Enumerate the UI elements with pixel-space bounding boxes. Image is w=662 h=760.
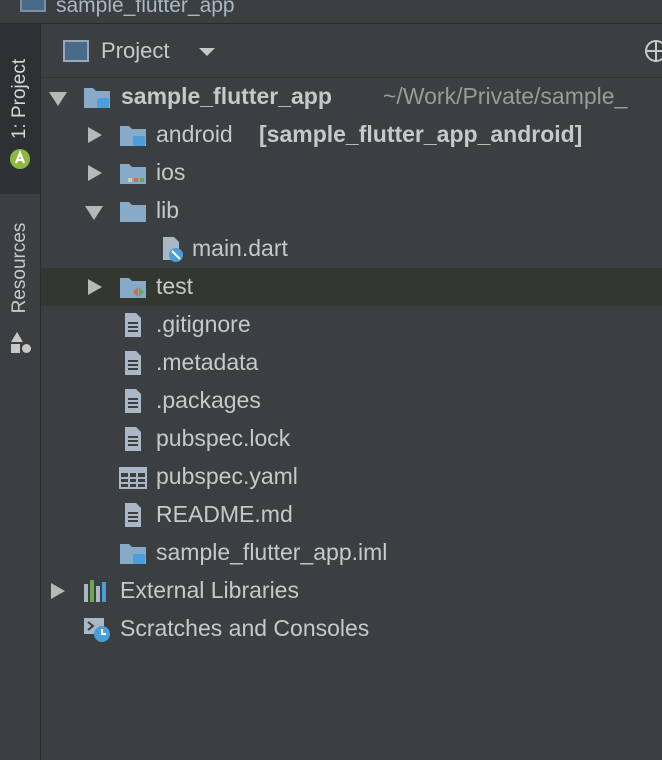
- tree-android-module: [sample_flutter_app_android]: [259, 121, 583, 147]
- test-folder-icon: [120, 278, 146, 298]
- chevron-down-icon[interactable]: [85, 206, 103, 220]
- chevron-right-icon[interactable]: [88, 127, 102, 143]
- android-studio-icon: [10, 149, 30, 169]
- chevron-right-icon[interactable]: [51, 583, 65, 599]
- tree-row-scratches[interactable]: Scratches and Consoles: [41, 610, 662, 648]
- tree-label-metadata: .metadata: [156, 349, 259, 375]
- tree-row-main-dart[interactable]: main.dart: [41, 230, 662, 268]
- tree-label-scratches: Scratches and Consoles: [120, 615, 370, 641]
- chevron-right-icon[interactable]: [88, 165, 102, 181]
- left-tool-strip: 1: Project Resources: [0, 24, 41, 760]
- tree-row-pubspec-lock[interactable]: pubspec.lock: [41, 420, 662, 458]
- tree-label-root: sample_flutter_app: [121, 83, 332, 109]
- tree-label-lib: lib: [156, 197, 180, 223]
- side-tab-resources-label: Resources: [9, 222, 30, 314]
- tree-label-external-libraries: External Libraries: [120, 577, 299, 603]
- chevron-down-icon[interactable]: [199, 48, 215, 56]
- text-file-icon: [125, 351, 141, 375]
- tree-row-readme[interactable]: README.md: [41, 496, 662, 534]
- tree-label-pubspec-yaml: pubspec.yaml: [156, 463, 298, 489]
- tree-row-root[interactable]: sample_flutter_app ~/Work/Private/sample…: [41, 78, 662, 116]
- tree-label-gitignore: .gitignore: [156, 311, 251, 337]
- tree-row-ios[interactable]: ios: [41, 154, 662, 192]
- scratches-icon: [84, 618, 110, 642]
- text-file-icon: [125, 389, 141, 413]
- dart-file-icon: [163, 237, 183, 262]
- tree-row-metadata[interactable]: .metadata: [41, 344, 662, 382]
- text-file-icon: [125, 427, 141, 451]
- locate-target-icon[interactable]: [645, 40, 662, 62]
- project-view-selector[interactable]: Project: [101, 38, 169, 64]
- text-file-icon: [125, 503, 141, 527]
- tree-label-iml: sample_flutter_app.iml: [156, 539, 388, 565]
- window-title-bar: sample_flutter_app: [0, 0, 662, 24]
- tree-label-readme: README.md: [156, 501, 293, 527]
- module-file-icon: [120, 544, 146, 564]
- tree-label-main-dart: main.dart: [192, 235, 288, 261]
- project-panel-header: Project: [41, 24, 662, 78]
- folder-icon: [120, 164, 146, 184]
- side-tab-project[interactable]: 1: Project: [0, 24, 40, 194]
- window-title: sample_flutter_app: [56, 0, 235, 17]
- project-window-icon: [20, 0, 46, 12]
- resources-icon: [11, 332, 31, 353]
- folder-icon: [120, 202, 146, 222]
- chevron-right-icon[interactable]: [88, 279, 102, 295]
- flutter-folder-icon: [84, 88, 110, 108]
- module-folder-icon: [120, 126, 146, 146]
- libraries-icon: [84, 580, 106, 602]
- text-file-icon: [125, 313, 141, 337]
- tree-row-android[interactable]: android [sample_flutter_app_android]: [41, 116, 662, 154]
- tree-row-gitignore[interactable]: .gitignore: [41, 306, 662, 344]
- tree-root-path: ~/Work/Private/sample_: [383, 83, 628, 109]
- tree-label-pubspec-lock: pubspec.lock: [156, 425, 291, 451]
- side-tab-project-label: 1: Project: [9, 58, 30, 140]
- yaml-table-icon: [119, 467, 147, 489]
- tree-row-test[interactable]: test: [41, 268, 662, 306]
- tree-row-pubspec-yaml[interactable]: pubspec.yaml: [41, 458, 662, 496]
- chevron-down-icon[interactable]: [49, 92, 67, 106]
- tree-label-test: test: [156, 273, 194, 299]
- tree-row-external-libraries[interactable]: External Libraries: [41, 572, 662, 610]
- tree-label-packages: .packages: [156, 387, 261, 413]
- tree-row-iml[interactable]: sample_flutter_app.iml: [41, 534, 662, 572]
- tree-label-ios: ios: [156, 159, 186, 185]
- tree-row-lib[interactable]: lib: [41, 192, 662, 230]
- tree-row-packages[interactable]: .packages: [41, 382, 662, 420]
- tree-label-android: android: [156, 121, 233, 147]
- project-view-icon: [63, 40, 89, 62]
- side-tab-resources[interactable]: Resources: [0, 212, 40, 360]
